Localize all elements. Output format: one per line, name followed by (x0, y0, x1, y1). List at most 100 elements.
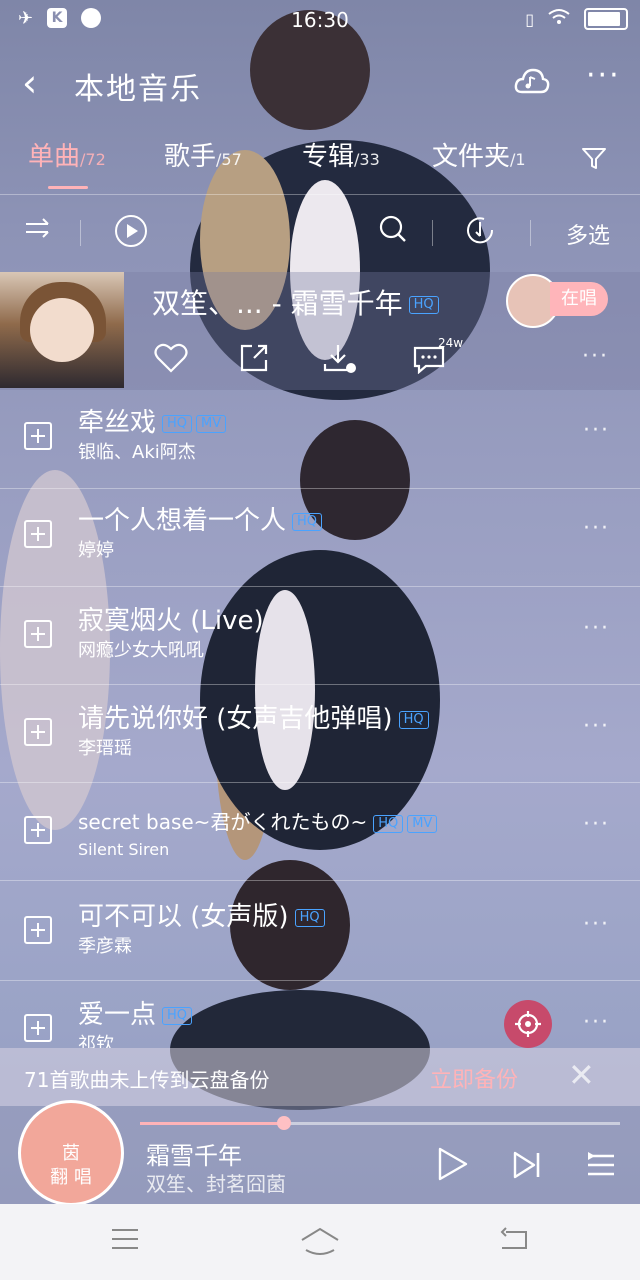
divider (0, 980, 640, 981)
home-icon[interactable] (298, 1226, 342, 1260)
now-playing-title: 双笙、... - 霜雪千年 HQ (152, 282, 439, 322)
hq-badge: HQ (162, 1006, 193, 1025)
song-more-button[interactable]: ··· (583, 714, 610, 739)
add-icon[interactable] (24, 1014, 52, 1042)
active-tab-indicator (48, 186, 88, 189)
search-icon[interactable] (378, 214, 408, 248)
back-button[interactable]: ‹ (22, 64, 37, 102)
now-playing-row[interactable]: 双笙、... - 霜雪千年 HQ 在唱 24w ··· (0, 272, 640, 390)
add-icon[interactable] (24, 520, 52, 548)
share-icon[interactable] (238, 342, 270, 378)
hq-badge: HQ (294, 908, 325, 927)
category-tabs: 单曲/72 歌手/57 专辑/33 文件夹/1 (0, 130, 640, 190)
song-title-text: 请先说你好 (女声吉他弹唱) (78, 704, 393, 734)
song-row[interactable]: 请先说你好 (女声吉他弹唱) HQ 李瑨瑶 ··· (0, 688, 640, 786)
toolbar-separator (530, 220, 531, 246)
add-icon[interactable] (24, 620, 52, 648)
mini-player[interactable]: 茵 翻 唱 霜雪千年 双笙、封茗囧菌 (0, 1100, 640, 1206)
song-artist: 李瑨瑶 (78, 738, 132, 759)
player-title: 霜雪千年 (146, 1142, 242, 1170)
player-cover[interactable]: 茵 翻 唱 (18, 1100, 124, 1206)
song-row[interactable]: 可不可以 (女声版) HQ 季彦霖 ··· (0, 886, 640, 984)
divider (0, 488, 640, 489)
playing-badge[interactable]: 在唱 (550, 282, 608, 316)
progress-knob[interactable] (277, 1116, 291, 1130)
backup-now-button[interactable]: 立即备份 (430, 1062, 518, 1094)
vibrate-icon: ▯ (525, 9, 534, 29)
song-more-button[interactable]: ··· (583, 812, 610, 837)
tab-artists[interactable]: 歌手/57 (164, 136, 242, 173)
divider (0, 880, 640, 881)
progress-bar[interactable] (140, 1116, 620, 1130)
add-icon[interactable] (24, 916, 52, 944)
song-row[interactable]: 一个人想着一个人 HQ 婷婷 ··· (0, 490, 640, 588)
song-artist: 银临、Aki阿杰 (78, 442, 196, 463)
tab-count: /33 (354, 150, 380, 169)
divider (0, 684, 640, 685)
song-row[interactable]: 寂寞烟火 (Live) 网瘾少女大吼吼 ··· (0, 590, 640, 688)
album-cover (0, 272, 124, 388)
add-icon[interactable] (24, 718, 52, 746)
song-title-text: 爱一点 (78, 1000, 157, 1030)
tab-folders[interactable]: 文件夹/1 (432, 136, 526, 173)
song-title-text: 牵丝戏 (78, 408, 157, 438)
locate-current-icon[interactable] (464, 214, 496, 250)
song-title: 爱一点 HQ (78, 994, 193, 1031)
hq-badge: HQ (162, 414, 193, 433)
tab-count: /1 (510, 150, 526, 169)
song-more-button[interactable]: ··· (583, 616, 610, 641)
play-all-icon[interactable] (114, 214, 148, 252)
mv-badge[interactable]: MV (407, 814, 438, 833)
system-nav-bar (0, 1204, 640, 1280)
tab-albums[interactable]: 专辑/33 (302, 136, 380, 173)
back-nav-icon[interactable] (498, 1226, 532, 1258)
player-artist: 双笙、封茗囧菌 (146, 1172, 286, 1196)
menu-icon[interactable] (110, 1226, 140, 1256)
backup-message: 71首歌曲未上传到云盘备份 (24, 1068, 270, 1092)
song-title: secret base~君がくれたもの~ HQ MV (78, 806, 438, 835)
comment-count: 24w (438, 336, 464, 350)
locate-floating-button[interactable] (504, 1000, 552, 1048)
song-actions: 24w ··· (150, 336, 620, 382)
filter-icon[interactable] (580, 144, 608, 172)
play-icon[interactable] (436, 1146, 470, 1186)
song-row[interactable]: 牵丝戏 HQ MV 银临、Aki阿杰 ··· (0, 392, 640, 490)
tab-count: /72 (80, 150, 106, 169)
song-title-text: 一个人想着一个人 (78, 506, 287, 536)
song-title: 可不可以 (女声版) HQ (78, 896, 325, 933)
playlist-icon[interactable] (586, 1150, 616, 1184)
song-more-button[interactable]: ··· (583, 1010, 610, 1035)
tab-count: /57 (216, 150, 242, 169)
shuffle-icon[interactable] (24, 214, 52, 246)
cover-text: 翻 唱 (50, 1167, 92, 1188)
cloud-music-icon[interactable] (514, 66, 550, 96)
tab-label: 歌手 (164, 142, 217, 172)
tab-label: 单曲 (28, 142, 81, 172)
list-toolbar: 多选 (0, 200, 640, 266)
song-title: 请先说你好 (女声吉他弹唱) HQ (78, 698, 429, 735)
now-playing-title-text: 双笙、... - 霜雪千年 (152, 287, 403, 320)
hq-badge: HQ (398, 710, 429, 729)
toolbar-separator (80, 220, 81, 246)
mv-badge[interactable]: MV (196, 414, 227, 433)
toolbar-separator (432, 220, 433, 246)
add-icon[interactable] (24, 422, 52, 450)
multi-select-button[interactable]: 多选 (566, 218, 610, 250)
tab-label: 文件夹 (432, 142, 511, 172)
song-more-button[interactable]: ··· (583, 516, 610, 541)
song-more-button[interactable]: ··· (583, 418, 610, 443)
more-options-button[interactable]: ··· (586, 58, 621, 93)
backup-banner: 71首歌曲未上传到云盘备份 立即备份 ✕ (0, 1048, 640, 1106)
add-icon[interactable] (24, 816, 52, 844)
song-artist: Silent Siren (78, 840, 170, 859)
heart-icon[interactable] (154, 342, 188, 378)
divider (0, 586, 640, 587)
song-title-text: secret base~君がくれたもの~ (78, 810, 368, 834)
now-playing-more-button[interactable]: ··· (582, 344, 609, 369)
download-icon[interactable] (322, 342, 358, 378)
song-row[interactable]: secret base~君がくれたもの~ HQ MV Silent Siren ··… (0, 786, 640, 884)
close-icon[interactable]: ✕ (568, 1056, 595, 1094)
song-more-button[interactable]: ··· (583, 912, 610, 937)
next-track-icon[interactable] (512, 1150, 542, 1184)
tab-songs[interactable]: 单曲/72 (28, 136, 106, 173)
